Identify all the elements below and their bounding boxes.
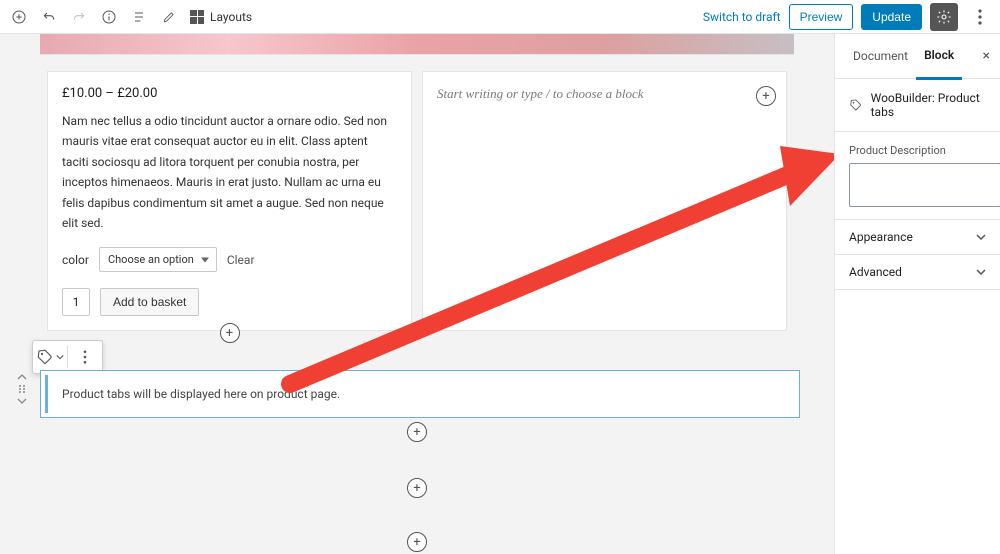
switch-to-draft-link[interactable]: Switch to draft <box>703 10 781 24</box>
block-placeholder-text[interactable]: Start writing or type / to choose a bloc… <box>437 86 644 101</box>
inline-inserter-icon[interactable]: + <box>756 86 776 106</box>
product-tabs-notice: Product tabs will be displayed here on p… <box>45 375 795 413</box>
info-icon[interactable] <box>96 4 122 30</box>
variation-select[interactable]: Choose an option <box>99 247 217 272</box>
layouts-button[interactable]: Layouts <box>190 10 252 24</box>
attr-label-color: color <box>62 253 89 267</box>
layouts-label: Layouts <box>210 10 252 24</box>
outline-icon[interactable] <box>126 4 152 30</box>
editor-canvas: £10.00 – £20.00 Nam nec tellus a odio ti… <box>0 34 834 554</box>
product-description-label: Product Description <box>849 144 1000 157</box>
editor-topbar: Layouts Switch to draft Preview Update <box>0 0 1000 34</box>
block-appender-2-icon[interactable]: + <box>407 478 427 498</box>
columns-block: £10.00 – £20.00 Nam nec tellus a odio ti… <box>47 71 787 331</box>
layouts-icon <box>190 10 204 24</box>
quantity-stepper[interactable]: 1 <box>62 288 90 316</box>
clear-variations-link[interactable]: Clear <box>227 253 255 267</box>
appearance-panel[interactable]: Appearance <box>835 220 1000 255</box>
product-price: £10.00 – £20.00 <box>62 86 397 101</box>
update-button[interactable]: Update <box>861 4 922 30</box>
chevron-down-icon <box>976 234 986 240</box>
variation-row: color Choose an option Clear <box>62 247 397 272</box>
tab-block[interactable]: Block <box>916 33 962 80</box>
undo-icon[interactable] <box>36 4 62 30</box>
advanced-label: Advanced <box>849 265 902 279</box>
block-mover[interactable] <box>12 374 32 404</box>
edit-icon[interactable] <box>156 4 182 30</box>
block-appender-1-icon[interactable]: + <box>407 422 427 442</box>
block-type-icon[interactable] <box>33 341 67 373</box>
product-description: Nam nec tellus a odio tincidunt auctor a… <box>62 111 397 233</box>
block-panel-header: WooBuilder: Product tabs <box>835 79 1000 132</box>
add-to-basket-button[interactable]: Add to basket <box>100 288 199 316</box>
advanced-panel[interactable]: Advanced <box>835 255 1000 290</box>
column-empty[interactable]: Start writing or type / to choose a bloc… <box>422 71 787 331</box>
add-to-cart-row: 1 Add to basket <box>62 288 397 316</box>
settings-sidebar: Document Block × WooBuilder: Product tab… <box>834 34 1000 554</box>
product-description-input[interactable] <box>849 163 1000 207</box>
tab-document[interactable]: Document <box>845 34 916 78</box>
close-sidebar-icon[interactable]: × <box>983 48 990 64</box>
sidebar-tabs: Document Block × <box>835 34 1000 79</box>
block-toolbar <box>32 340 103 374</box>
workspace: £10.00 – £20.00 Nam nec tellus a odio ti… <box>0 34 1000 554</box>
preview-button[interactable]: Preview <box>789 4 854 30</box>
block-title: WooBuilder: Product tabs <box>871 91 986 119</box>
topbar-left-tools: Layouts <box>6 4 252 30</box>
appearance-label: Appearance <box>849 230 913 244</box>
move-up-icon[interactable] <box>17 374 27 380</box>
block-more-icon[interactable] <box>68 341 102 373</box>
product-tabs-block[interactable]: Product tabs will be displayed here on p… <box>40 370 800 418</box>
chevron-down-icon <box>976 269 986 275</box>
redo-icon[interactable] <box>66 4 92 30</box>
drag-handle-icon[interactable] <box>17 384 27 394</box>
hero-image-sliver <box>40 34 794 55</box>
more-icon[interactable] <box>966 3 994 31</box>
move-down-icon[interactable] <box>17 398 27 404</box>
block-panel-body: Product Description <box>835 132 1000 220</box>
add-block-icon[interactable] <box>6 4 32 30</box>
topbar-right-tools: Switch to draft Preview Update <box>703 3 994 31</box>
column-appender-icon[interactable]: + <box>220 323 240 343</box>
tag-icon <box>849 97 863 113</box>
block-appender-3-icon[interactable]: + <box>407 532 427 552</box>
settings-icon[interactable] <box>930 3 958 31</box>
column-product-summary[interactable]: £10.00 – £20.00 Nam nec tellus a odio ti… <box>47 71 412 331</box>
